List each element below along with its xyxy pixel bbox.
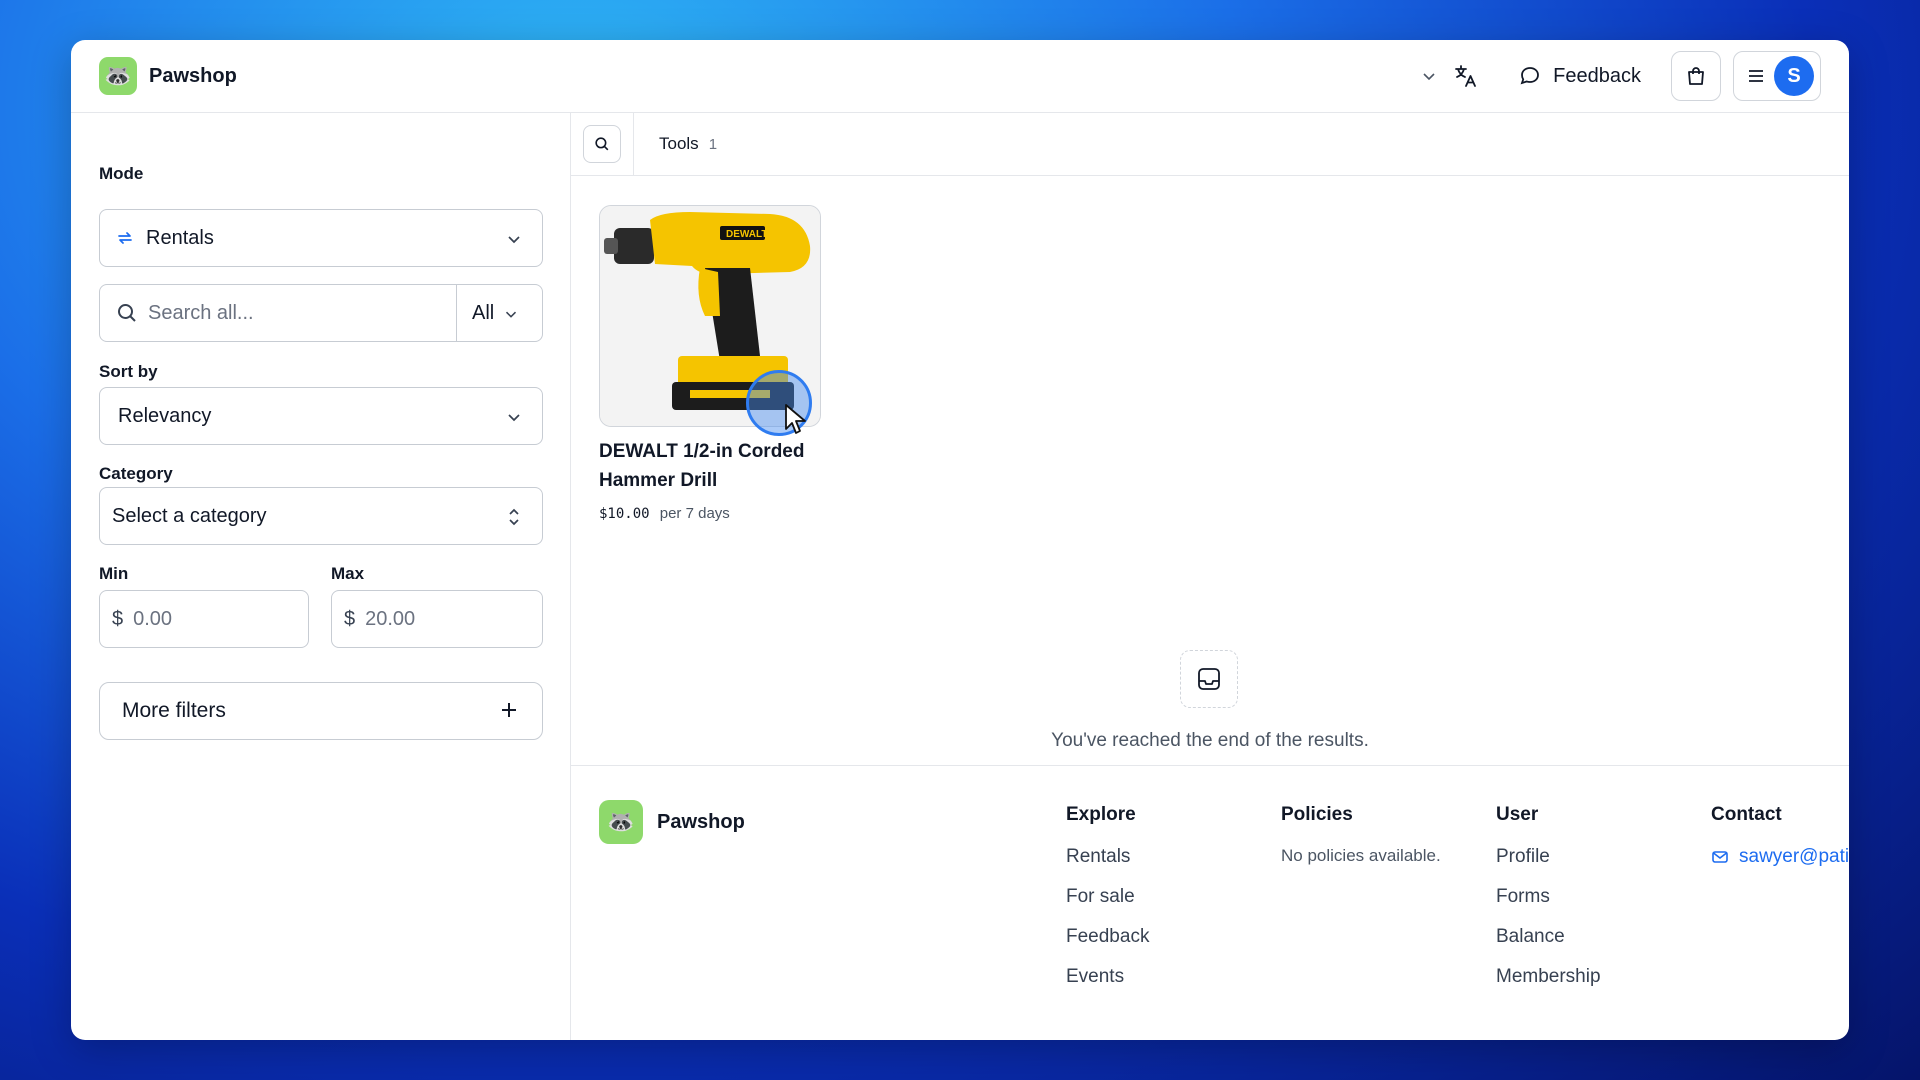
divider: [456, 285, 457, 341]
chat-bubble-icon: [1520, 67, 1540, 85]
sort-select[interactable]: Relevancy: [99, 387, 543, 445]
avatar: S: [1774, 56, 1814, 96]
feedback-label: Feedback: [1553, 64, 1641, 87]
category-value: Select a category: [112, 504, 267, 527]
mode-label: Mode: [99, 164, 144, 183]
footer-link-balance[interactable]: Balance: [1496, 926, 1601, 966]
hamburger-menu-icon: [1749, 70, 1763, 82]
swap-arrows-icon: [118, 232, 132, 244]
footer-contact: Contact sawyer@patio....: [1711, 804, 1849, 868]
footer-user: User Profile Forms Balance Membership: [1496, 804, 1601, 1006]
mail-icon: [1712, 851, 1728, 863]
search-scope-select[interactable]: All: [472, 302, 520, 325]
category-select[interactable]: Select a category: [99, 487, 543, 545]
product-price: $10.00 per 7 days: [599, 505, 730, 522]
footer-policies: Policies No policies available.: [1281, 804, 1441, 866]
mode-select[interactable]: Rentals: [99, 209, 543, 267]
min-price-placeholder: 0.00: [133, 607, 173, 630]
currency-symbol: $: [112, 607, 124, 630]
chevron-up-down-icon: [509, 508, 519, 526]
category-tabs-bar: Tools 1: [571, 113, 1849, 176]
search-icon: [595, 137, 609, 151]
max-price-placeholder: 20.00: [365, 607, 416, 630]
footer-link-membership[interactable]: Membership: [1496, 966, 1601, 1006]
footer: 🦝 Pawshop Explore Rentals For sale Feedb…: [571, 765, 1849, 1040]
header-actions: Feedback S: [1419, 51, 1821, 101]
tab-count: 1: [708, 136, 718, 153]
currency-symbol: $: [344, 607, 356, 630]
chevron-down-icon[interactable]: [1419, 66, 1439, 86]
raccoon-logo-icon: 🦝: [599, 800, 643, 844]
sort-label: Sort by: [99, 362, 158, 381]
brand-name: Pawshop: [149, 64, 237, 87]
sort-value: Relevancy: [118, 404, 212, 427]
chevron-down-icon: [506, 311, 517, 318]
brand[interactable]: 🦝 Pawshop: [99, 57, 237, 95]
filter-sidebar: Mode Rentals Search all... All Sort by R…: [71, 113, 571, 1040]
feedback-button[interactable]: Feedback: [1519, 65, 1641, 88]
app-window: 🦝 Pawshop Feedback S Mode Rentals Search…: [71, 40, 1849, 1040]
user-heading: User: [1496, 804, 1539, 825]
product-title[interactable]: DEWALT 1/2-in Corded Hammer Drill: [599, 437, 839, 495]
end-of-results-message: You've reached the end of the results.: [1051, 730, 1369, 751]
more-filters-button[interactable]: More filters: [99, 682, 543, 740]
min-price-input[interactable]: $ 0.00: [99, 590, 309, 648]
chevron-down-icon: [508, 414, 520, 422]
mode-value: Rentals: [146, 226, 214, 249]
footer-brand[interactable]: 🦝 Pawshop: [599, 800, 745, 844]
search-group: Search all... All: [99, 284, 543, 342]
inbox-icon: [1180, 650, 1238, 708]
raccoon-logo-icon: 🦝: [99, 57, 137, 95]
mouse-pointer-icon: [785, 404, 806, 434]
plus-icon: [502, 703, 516, 717]
footer-link-profile[interactable]: Profile: [1496, 846, 1601, 886]
tab-search-button[interactable]: [583, 125, 621, 163]
contact-email-link[interactable]: sawyer@patio....: [1711, 846, 1849, 868]
footer-explore: Explore Rentals For sale Feedback Events: [1066, 804, 1149, 1006]
explore-heading: Explore: [1066, 804, 1136, 825]
max-label: Max: [331, 564, 365, 583]
chevron-down-icon: [508, 236, 520, 244]
translate-icon[interactable]: [1453, 63, 1479, 89]
contact-heading: Contact: [1711, 804, 1782, 825]
more-filters-label: More filters: [122, 699, 226, 722]
account-menu-button[interactable]: S: [1733, 51, 1821, 101]
results-panel: Tools 1 DEWALT DEWALT 1/2-in Corded Hamm…: [571, 113, 1849, 1040]
cart-button[interactable]: [1671, 51, 1721, 101]
footer-link-events[interactable]: Events: [1066, 966, 1149, 1006]
search-scope-value: All: [472, 302, 495, 324]
top-bar: 🦝 Pawshop Feedback S: [71, 40, 1849, 113]
policies-note: No policies available.: [1281, 846, 1441, 865]
divider: [633, 113, 634, 176]
shopping-bag-icon: [1688, 67, 1704, 85]
price-amount: $10.00: [599, 506, 650, 522]
search-icon: [118, 304, 136, 322]
footer-link-rentals[interactable]: Rentals: [1066, 846, 1149, 886]
max-price-input[interactable]: $ 20.00: [331, 590, 543, 648]
footer-link-for-sale[interactable]: For sale: [1066, 886, 1149, 926]
footer-link-forms[interactable]: Forms: [1496, 886, 1601, 926]
svg-text:DEWALT: DEWALT: [726, 229, 767, 240]
contact-email: sawyer@patio....: [1739, 846, 1849, 867]
footer-brand-name: Pawshop: [657, 810, 745, 833]
category-label: Category: [99, 464, 173, 483]
min-label: Min: [99, 564, 129, 583]
tab-label: Tools: [659, 134, 699, 153]
policies-heading: Policies: [1281, 804, 1353, 825]
search-input[interactable]: Search all...: [148, 302, 254, 325]
footer-link-feedback[interactable]: Feedback: [1066, 926, 1149, 966]
tab-tools[interactable]: Tools 1: [659, 134, 717, 154]
price-period: per 7 days: [659, 505, 730, 522]
